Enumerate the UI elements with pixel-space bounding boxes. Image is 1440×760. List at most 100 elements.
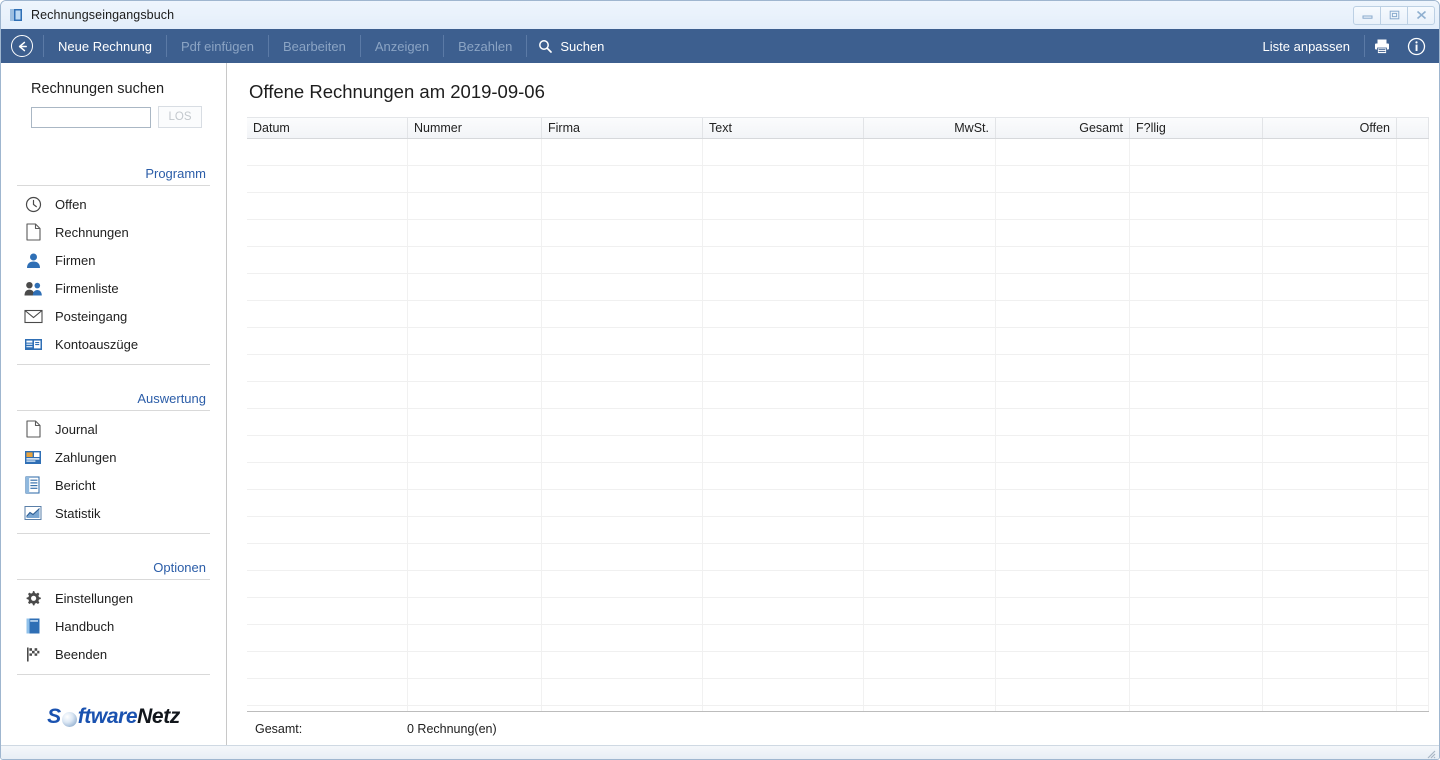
logo-sphere-icon <box>61 711 77 727</box>
table-row[interactable] <box>247 625 1429 652</box>
table-row[interactable] <box>247 598 1429 625</box>
sidebar-item-beenden[interactable]: Beenden <box>17 640 210 668</box>
sidebar-item-label: Rechnungen <box>55 224 129 240</box>
checkered-flag-icon <box>23 644 43 664</box>
table-row[interactable] <box>247 382 1429 409</box>
footer-total-value: 0 Rechnung(en) <box>407 721 497 736</box>
sidebar-item-rechnungen[interactable]: Rechnungen <box>17 218 210 246</box>
logo-part-2: ftware <box>77 705 138 728</box>
los-button[interactable]: LOS <box>158 106 202 128</box>
grid-header-cell[interactable]: Datum <box>247 118 408 138</box>
sidebar-item-label: Journal <box>55 421 98 437</box>
table-row[interactable] <box>247 544 1429 571</box>
grid-header-cell[interactable]: F?llig <box>1130 118 1263 138</box>
sidebar-item-einstellungen[interactable]: Einstellungen <box>17 584 210 612</box>
grid-header-cell[interactable] <box>1397 118 1429 138</box>
table-row[interactable] <box>247 571 1429 598</box>
sidebar-item-handbuch[interactable]: Handbuch <box>17 612 210 640</box>
main-content: Offene Rechnungen am 2019-09-06 Datum Num… <box>227 63 1439 745</box>
close-button[interactable] <box>1407 5 1435 25</box>
grid-footer: Gesamt: 0 Rechnung(en) <box>247 711 1429 745</box>
sidebar-item-label: Offen <box>55 196 87 212</box>
table-row[interactable] <box>247 247 1429 274</box>
grid-header-cell[interactable]: Text <box>703 118 864 138</box>
printer-icon[interactable] <box>1365 29 1399 63</box>
table-row[interactable] <box>247 301 1429 328</box>
logo-part-3: Netz <box>137 705 180 728</box>
table-row[interactable] <box>247 274 1429 301</box>
table-row[interactable] <box>247 409 1429 436</box>
grid-header-cell[interactable]: Firma <box>542 118 703 138</box>
table-row[interactable] <box>247 652 1429 679</box>
table-row[interactable] <box>247 490 1429 517</box>
logo-part-1: S <box>47 705 61 728</box>
table-row[interactable] <box>247 193 1429 220</box>
divider <box>17 579 210 580</box>
page-title: Offene Rechnungen am 2019-09-06 <box>249 81 545 102</box>
grid-header-row: Datum Nummer Firma Text MwSt. Gesamt F?llig Off… <box>247 117 1429 139</box>
table-row[interactable] <box>247 679 1429 706</box>
sidebar-item-label: Firmen <box>55 252 96 268</box>
grid-header-cell[interactable]: Gesamt <box>996 118 1130 138</box>
document-icon <box>23 419 43 439</box>
sidebar-item-bericht[interactable]: Bericht <box>17 471 210 499</box>
toolbar-item-suchen-label: Suchen <box>560 38 605 54</box>
envelope-icon <box>23 306 43 326</box>
restore-button[interactable] <box>1380 5 1408 25</box>
sidebar-item-posteingang[interactable]: Posteingang <box>17 302 210 330</box>
sidebar-search-title: Rechnungen suchen <box>31 81 165 97</box>
person-icon <box>23 250 43 270</box>
minimize-button[interactable] <box>1353 5 1381 25</box>
table-row[interactable] <box>247 517 1429 544</box>
sidebar-item-statistik[interactable]: Statistik <box>17 499 210 527</box>
toolbar-item-neue-rechnung[interactable]: Neue Rechnung <box>44 29 166 63</box>
payments-icon <box>23 447 43 467</box>
sidebar-item-offen[interactable]: Offen <box>17 190 210 218</box>
sidebar-item-kontoauszuege[interactable]: Kontoauszüge <box>17 330 210 358</box>
sidebar-item-firmenliste[interactable]: Firmenliste <box>17 274 210 302</box>
main-toolbar: Neue Rechnung Pdf einfügen Bearbeiten An… <box>1 29 1439 63</box>
search-input[interactable] <box>31 106 151 128</box>
title-bar: Rechnungseingangsbuch <box>1 1 1439 29</box>
sidebar-item-firmen[interactable]: Firmen <box>17 246 210 274</box>
brand-logo: S ftware Netz <box>17 705 210 729</box>
sidebar-item-journal[interactable]: Journal <box>17 415 210 443</box>
toolbar-item-bezahlen[interactable]: Bezahlen <box>444 29 526 63</box>
table-row[interactable] <box>247 139 1429 166</box>
table-row[interactable] <box>247 166 1429 193</box>
table-row[interactable] <box>247 436 1429 463</box>
sidebar-item-label: Beenden <box>55 646 108 662</box>
toolbar-item-bearbeiten[interactable]: Bearbeiten <box>269 29 360 63</box>
back-arrow-icon[interactable] <box>11 35 33 57</box>
sidebar-group-programm: Programm Offen Rechnungen Firmen Firmenl… <box>17 166 210 365</box>
people-icon <box>23 278 43 298</box>
sidebar-item-label: Zahlungen <box>55 449 117 465</box>
divider <box>17 533 210 534</box>
table-row[interactable] <box>247 220 1429 247</box>
toolbar-item-suchen[interactable]: Suchen <box>527 29 618 63</box>
table-row[interactable] <box>247 328 1429 355</box>
window-body: Rechnungen suchen LOS Programm Offen Rec… <box>1 63 1439 745</box>
sidebar-item-label: Firmenliste <box>55 280 119 296</box>
clock-icon <box>23 194 43 214</box>
info-circle-icon[interactable] <box>1399 29 1433 63</box>
grid-header-cell[interactable]: Nummer <box>408 118 542 138</box>
table-row[interactable] <box>247 355 1429 382</box>
toolbar-item-pdf-einfuegen[interactable]: Pdf einfügen <box>167 29 268 63</box>
sidebar-group-title-programm: Programm <box>145 166 206 181</box>
sidebar-item-zahlungen[interactable]: Zahlungen <box>17 443 210 471</box>
resize-grip[interactable] <box>1424 746 1436 759</box>
liste-anpassen-button[interactable]: Liste anpassen <box>1249 29 1364 63</box>
sidebar-group-title-auswertung: Auswertung <box>137 391 206 406</box>
table-row[interactable] <box>247 463 1429 490</box>
divider <box>17 410 210 411</box>
sidebar: Rechnungen suchen LOS Programm Offen Rec… <box>1 63 227 745</box>
grid-body[interactable] <box>247 139 1429 711</box>
report-icon <box>23 475 43 495</box>
grid-header-cell[interactable]: Offen <box>1263 118 1397 138</box>
document-icon <box>23 222 43 242</box>
sidebar-item-label: Bericht <box>55 477 96 493</box>
toolbar-item-anzeigen[interactable]: Anzeigen <box>361 29 443 63</box>
sidebar-group-auswertung: Auswertung Journal Zahlungen Bericht Sta… <box>17 391 210 534</box>
grid-header-cell[interactable]: MwSt. <box>864 118 996 138</box>
